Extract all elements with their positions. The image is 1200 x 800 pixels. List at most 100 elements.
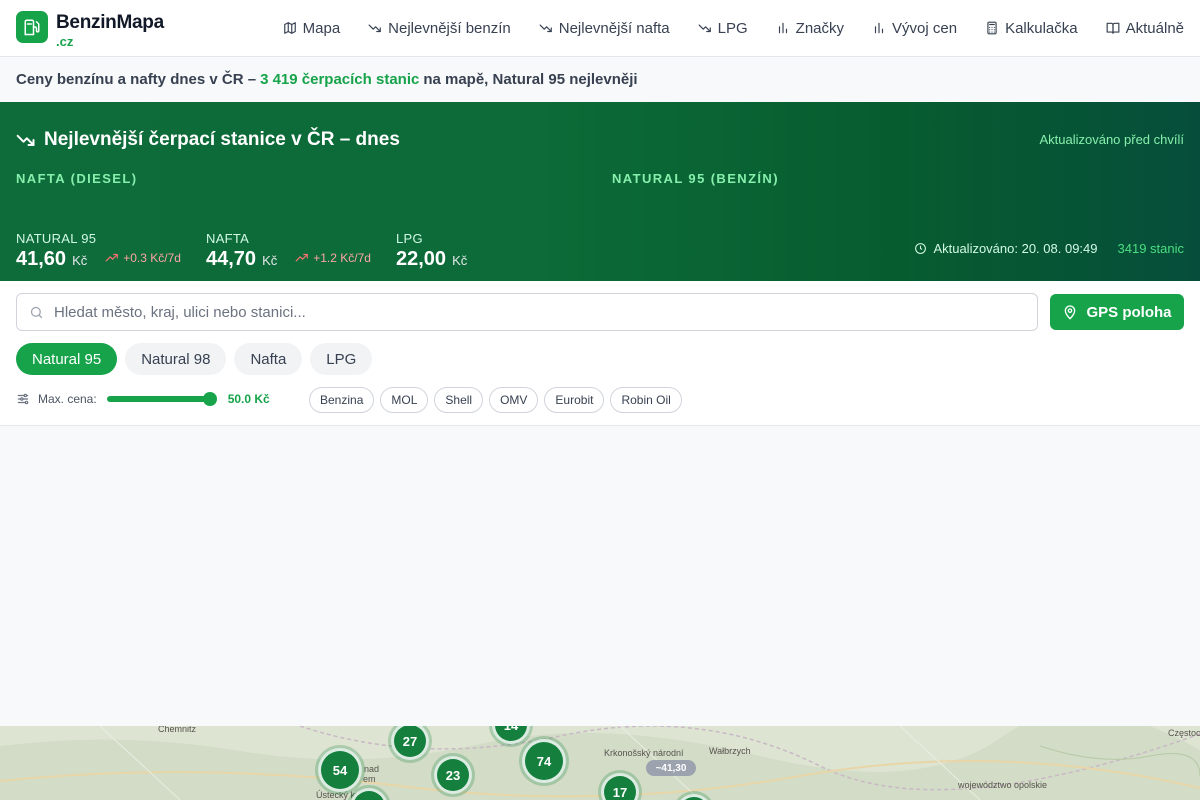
brand-filter: Benzina MOL Shell OMV Eurobit Robin Oil <box>309 387 682 413</box>
bar-chart-icon <box>874 22 884 34</box>
nav-item-nejlevnejsi-benzin[interactable]: Nejlevnější benzín <box>368 20 511 37</box>
price-value: 22,00 <box>396 248 447 270</box>
brand-chip-shell[interactable]: Shell <box>434 387 484 413</box>
price-unit: Kč <box>452 253 468 268</box>
map-label-czestochowa: Częstochowa <box>1168 728 1200 738</box>
max-price-value: 50.0 Kč <box>227 392 270 406</box>
book-icon <box>1106 22 1120 34</box>
max-price-slider[interactable] <box>106 392 217 406</box>
trend-down-icon <box>698 24 711 33</box>
updated-timestamp: Aktualizováno: 20. 08. 09:49 <box>933 241 1098 256</box>
station-map[interactable]: Chemnitz Wałbrzych Krkonošský národní Ús… <box>0 726 1200 800</box>
trend-down-icon <box>539 24 552 33</box>
map-label-em: em <box>363 774 376 784</box>
nav-item-nejlevnejsi-nafta[interactable]: Nejlevnější nafta <box>539 20 670 37</box>
price-change-text: +1.2 Kč/7d <box>313 251 371 265</box>
nav-item-label: Nejlevnější benzín <box>388 19 511 37</box>
diesel-section-label: NAFTA (DIESEL) <box>16 171 138 186</box>
max-price-filter: Max. cena: 50.0 Kč <box>16 387 270 411</box>
logo-tld: .cz <box>56 34 74 49</box>
fuel-tab-nafta[interactable]: Nafta <box>234 343 303 375</box>
price-change: +0.3 Kč/7d <box>105 251 181 265</box>
nav-item-kalkulacka[interactable]: Kalkulačka <box>985 20 1078 37</box>
nav-item-label: Aktuálně <box>1125 19 1184 37</box>
trend-up-icon <box>295 253 309 262</box>
logo-name: BenzinMapa <box>56 12 164 33</box>
map-label-opolskie: województwo opolskie <box>958 780 1048 790</box>
trend-down-icon <box>16 134 35 146</box>
nav-item-label: Značky <box>795 19 845 37</box>
price-change-text: +0.3 Kč/7d <box>123 251 181 265</box>
price-value: 44,70 <box>206 248 257 270</box>
clock-icon <box>915 243 927 254</box>
price-nafta: NAFTA 44,70 Kč +1.2 Kč/7d <box>206 231 371 271</box>
main-nav: Mapa Nejlevnější benzín Nejlevnější naft… <box>283 0 1184 56</box>
price-unit: Kč <box>262 253 278 268</box>
price-name: NATURAL 95 <box>16 231 97 246</box>
logo[interactable]: BenzinMapa .cz <box>16 11 164 48</box>
stations-count-link[interactable]: 3 419 čerpacích stanic <box>260 71 419 88</box>
subheading-suffix: na mapě, Natural 95 nejlevněji <box>423 71 638 88</box>
hero-title-text: Nejlevnější čerpací stanice v ČR – dnes <box>44 129 400 150</box>
location-pin-icon <box>1065 305 1076 320</box>
map-label-walbrzych: Wałbrzych <box>709 746 751 756</box>
hero-meta: Aktualizováno: 20. 08. 09:49 3419 stanic <box>914 241 1184 256</box>
map-cluster[interactable]: 23 <box>434 756 472 794</box>
gps-location-button[interactable]: GPS poloha <box>1050 294 1184 330</box>
brand-chip-robin-oil[interactable]: Robin Oil <box>610 387 682 413</box>
nav-item-znacky[interactable]: Značky <box>776 20 844 37</box>
trend-down-icon <box>368 24 382 33</box>
gps-button-label: GPS poloha <box>1086 303 1172 321</box>
nav-item-label: Nejlevnější nafta <box>558 19 670 37</box>
slider-thumb[interactable] <box>202 392 217 406</box>
price-value: 41,60 <box>16 248 67 270</box>
fuel-type-tabs: Natural 95 Natural 98 Nafta LPG <box>16 343 373 375</box>
brand-chip-omv[interactable]: OMV <box>489 387 539 413</box>
price-change: +1.2 Kč/7d <box>295 251 371 265</box>
map-cluster[interactable]: 54 <box>318 748 362 792</box>
nav-item-label: Kalkulačka <box>1005 19 1078 37</box>
brand-chip-mol[interactable]: MOL <box>380 387 429 413</box>
search-input[interactable] <box>54 303 1004 321</box>
subheading-prefix: Ceny benzínu a nafty dnes v ČR – <box>16 71 257 88</box>
price-unit: Kč <box>72 253 88 268</box>
price-name: LPG <box>396 231 423 246</box>
map-label-krkonose: Krkonošský národní <box>604 748 684 758</box>
fuel-tab-natural98[interactable]: Natural 98 <box>125 343 227 375</box>
cheapest-stations-hero: Nejlevnější čerpací stanice v ČR – dnes … <box>0 102 1200 281</box>
nav-item-label: Vývoj cen <box>892 19 958 37</box>
fuel-pump-icon <box>16 11 48 43</box>
map-loading-area <box>0 426 1200 726</box>
nav-item-label: Mapa <box>302 19 341 37</box>
top-navigation-bar: BenzinMapa .cz Mapa Nejlevnější benzín N… <box>0 0 1200 57</box>
filter-panel: GPS poloha Natural 95 Natural 98 Nafta L… <box>0 281 1200 426</box>
map-icon <box>283 22 296 34</box>
sliders-icon <box>17 393 29 405</box>
calculator-icon <box>987 21 997 35</box>
stations-count: 3419 stanic <box>1117 241 1185 256</box>
map-price-marker[interactable]: ~41,30 <box>646 760 696 776</box>
map-cluster[interactable]: 74 <box>522 739 566 783</box>
search-icon <box>30 306 43 318</box>
bar-chart-icon <box>778 22 787 34</box>
brand-chip-eurobit[interactable]: Eurobit <box>544 387 605 413</box>
map-label-chemnitz: Chemnitz <box>158 726 197 734</box>
nav-item-aktualne[interactable]: Aktuálně <box>1106 20 1184 37</box>
price-lpg: LPG 22,00 Kč <box>396 231 467 271</box>
brand-chip-benzina[interactable]: Benzina <box>309 387 375 413</box>
max-price-label: Max. cena: <box>38 392 97 406</box>
fuel-tab-lpg[interactable]: LPG <box>310 343 373 375</box>
nav-item-vyvoj-cen[interactable]: Vývoj cen <box>872 20 957 37</box>
fuel-tab-natural95[interactable]: Natural 95 <box>16 343 118 375</box>
nav-item-mapa[interactable]: Mapa <box>283 19 341 37</box>
search-box <box>16 293 1038 331</box>
hero-updated-note: Aktualizováno před chvílí <box>1039 132 1184 147</box>
petrol-section-label: NATURAL 95 (BENZÍN) <box>612 171 779 186</box>
price-name: NAFTA <box>206 231 250 246</box>
page-subheading: Ceny benzínu a nafty dnes v ČR – 3 419 č… <box>0 57 1200 102</box>
hero-title: Nejlevnější čerpací stanice v ČR – dnes <box>16 129 400 151</box>
map-label-nad: nad <box>364 764 380 774</box>
trend-up-icon <box>105 253 119 262</box>
nav-item-lpg[interactable]: LPG <box>698 20 748 37</box>
price-natural95: NATURAL 95 41,60 Kč +0.3 Kč/7d <box>16 231 181 271</box>
